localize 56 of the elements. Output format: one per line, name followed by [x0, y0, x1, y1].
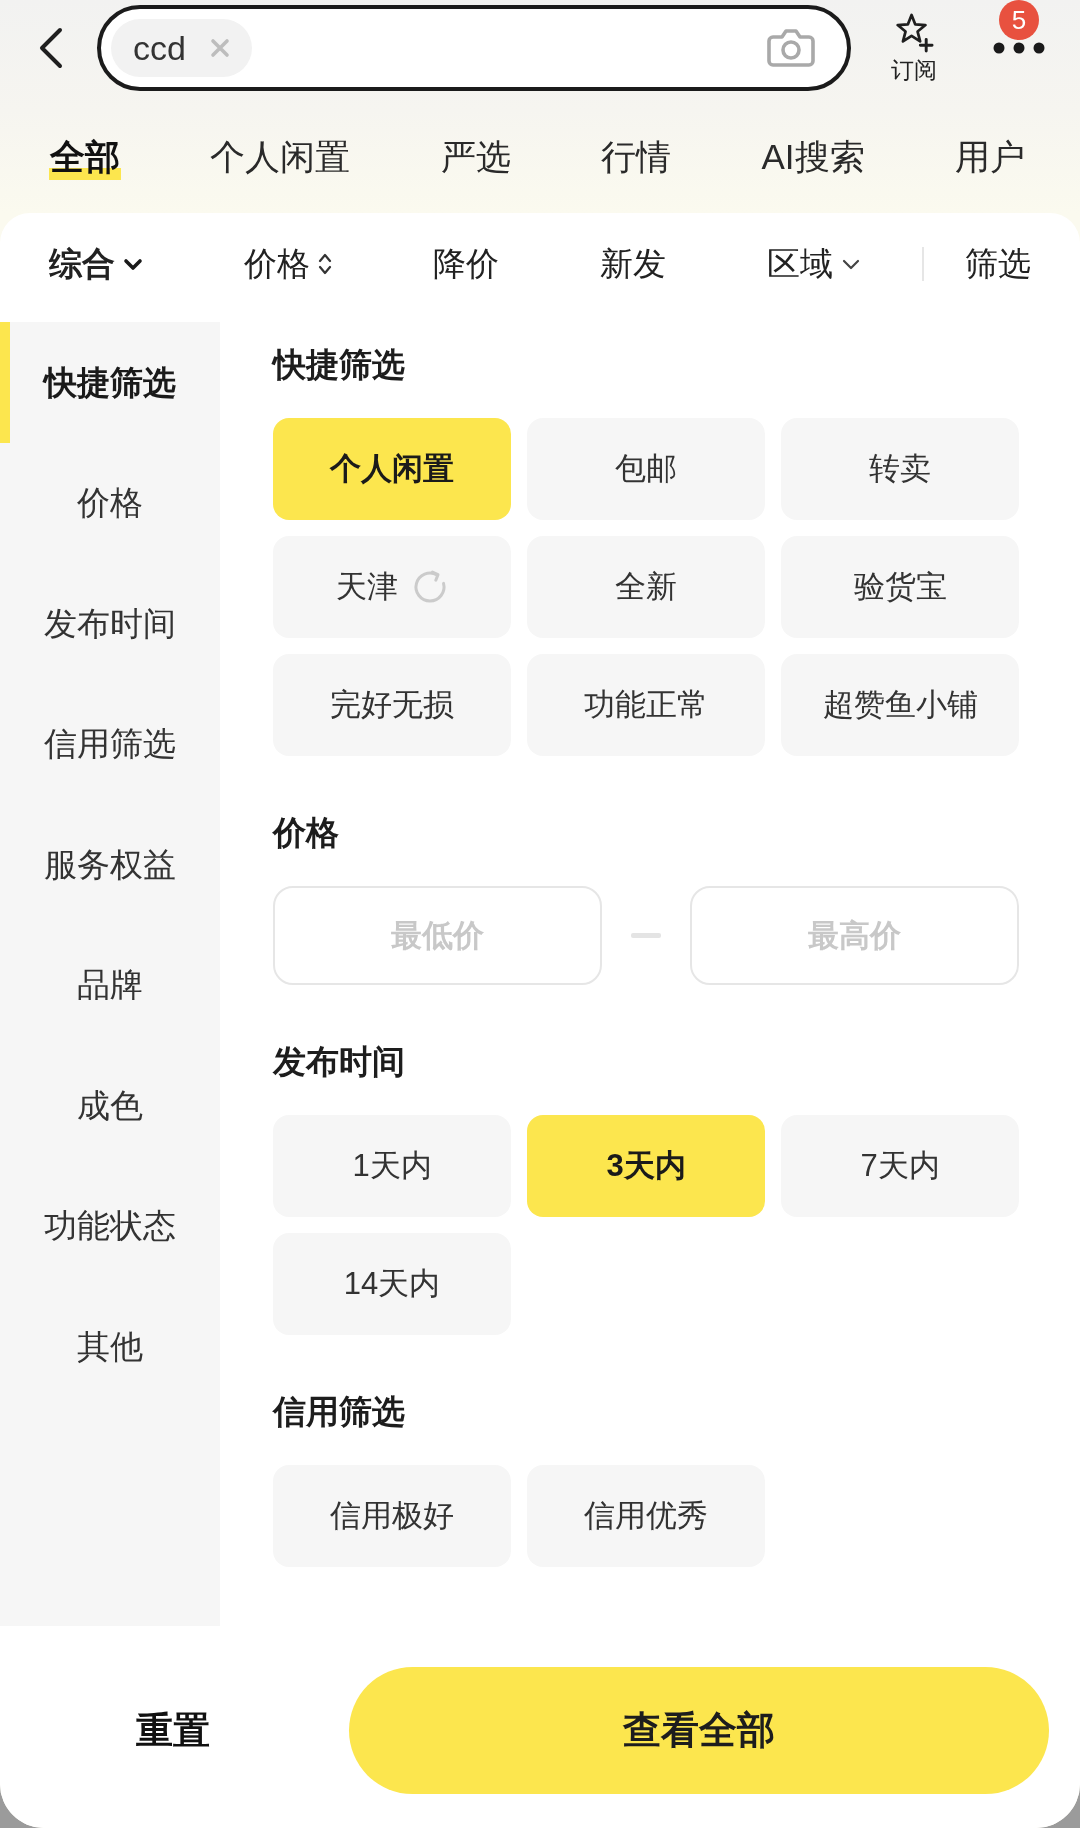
more-button[interactable] [991, 40, 1047, 56]
filter-chip[interactable]: 信用优秀 [527, 1465, 765, 1567]
sort-option[interactable]: 价格 [244, 243, 332, 285]
filter-chip[interactable]: 包邮 [527, 418, 765, 520]
category-tab[interactable]: 行情 [600, 134, 673, 180]
notification-badge: 5 [999, 0, 1039, 40]
reset-button[interactable]: 重置 [83, 1667, 263, 1794]
sort-option[interactable]: 区域 [767, 243, 861, 285]
filter-chip[interactable]: 信用极好 [273, 1465, 511, 1567]
chevron-down-icon [841, 257, 861, 271]
sidebar-item[interactable]: 功能状态 [0, 1165, 220, 1286]
sidebar-item[interactable]: 其他 [0, 1286, 220, 1407]
sidebar-item[interactable]: 品牌 [0, 924, 220, 1045]
more-icon [993, 42, 1045, 54]
filter-chip[interactable]: 功能正常 [527, 654, 765, 756]
filter-chip[interactable]: 完好无损 [273, 654, 511, 756]
sidebar-item[interactable]: 发布时间 [0, 563, 220, 684]
category-tab[interactable]: AI搜索 [760, 134, 866, 180]
sort-icon [318, 252, 332, 276]
sort-option[interactable]: 降价 [433, 243, 499, 285]
section-heading: 发布时间 [273, 1042, 406, 1082]
view-all-button[interactable]: 查看全部 [349, 1667, 1049, 1794]
sort-option[interactable]: 新发 [600, 243, 666, 285]
filter-chip[interactable]: 全新 [527, 536, 765, 638]
sidebar-item[interactable]: 信用筛选 [0, 683, 220, 804]
chevron-down-icon [123, 257, 143, 271]
sidebar-item[interactable]: 快捷筛选 [0, 322, 220, 443]
sidebar-item[interactable]: 服务权益 [0, 804, 220, 925]
filter-chip[interactable]: 14天内 [273, 1233, 511, 1335]
filter-chip[interactable]: 1天内 [273, 1115, 511, 1217]
back-icon [38, 27, 64, 69]
filter-chip[interactable]: 转卖 [781, 418, 1019, 520]
dash-icon [631, 933, 661, 938]
filter-chip[interactable]: 天津 [273, 536, 511, 638]
sidebar-item[interactable]: 成色 [0, 1045, 220, 1166]
back-button[interactable] [38, 27, 64, 69]
search-field[interactable]: ccd [97, 5, 851, 91]
sort-option[interactable]: 综合 [49, 243, 143, 285]
filter-chip[interactable]: 个人闲置 [273, 418, 511, 520]
section-heading: 快捷筛选 [273, 345, 406, 385]
category-tab[interactable]: 个人闲置 [209, 134, 352, 180]
category-tab[interactable]: 用户 [953, 134, 1026, 180]
star-plus-icon [894, 13, 934, 53]
section-heading: 价格 [273, 813, 340, 853]
filter-chip[interactable]: 超赞鱼小铺 [781, 654, 1019, 756]
section-heading: 信用筛选 [273, 1392, 406, 1432]
subscribe-button[interactable]: 订阅 [888, 13, 940, 83]
category-tab[interactable]: 严选 [439, 134, 512, 180]
filter-chip[interactable]: 3天内 [527, 1115, 765, 1217]
sidebar-item[interactable]: 价格 [0, 442, 220, 563]
filter-chip[interactable]: 验货宝 [781, 536, 1019, 638]
sort-option[interactable]: 筛选 [965, 243, 1031, 285]
clear-icon [209, 38, 230, 58]
search-tag[interactable]: ccd [111, 19, 252, 77]
refresh-icon [412, 569, 448, 605]
filter-chip[interactable]: 7天内 [781, 1115, 1019, 1217]
